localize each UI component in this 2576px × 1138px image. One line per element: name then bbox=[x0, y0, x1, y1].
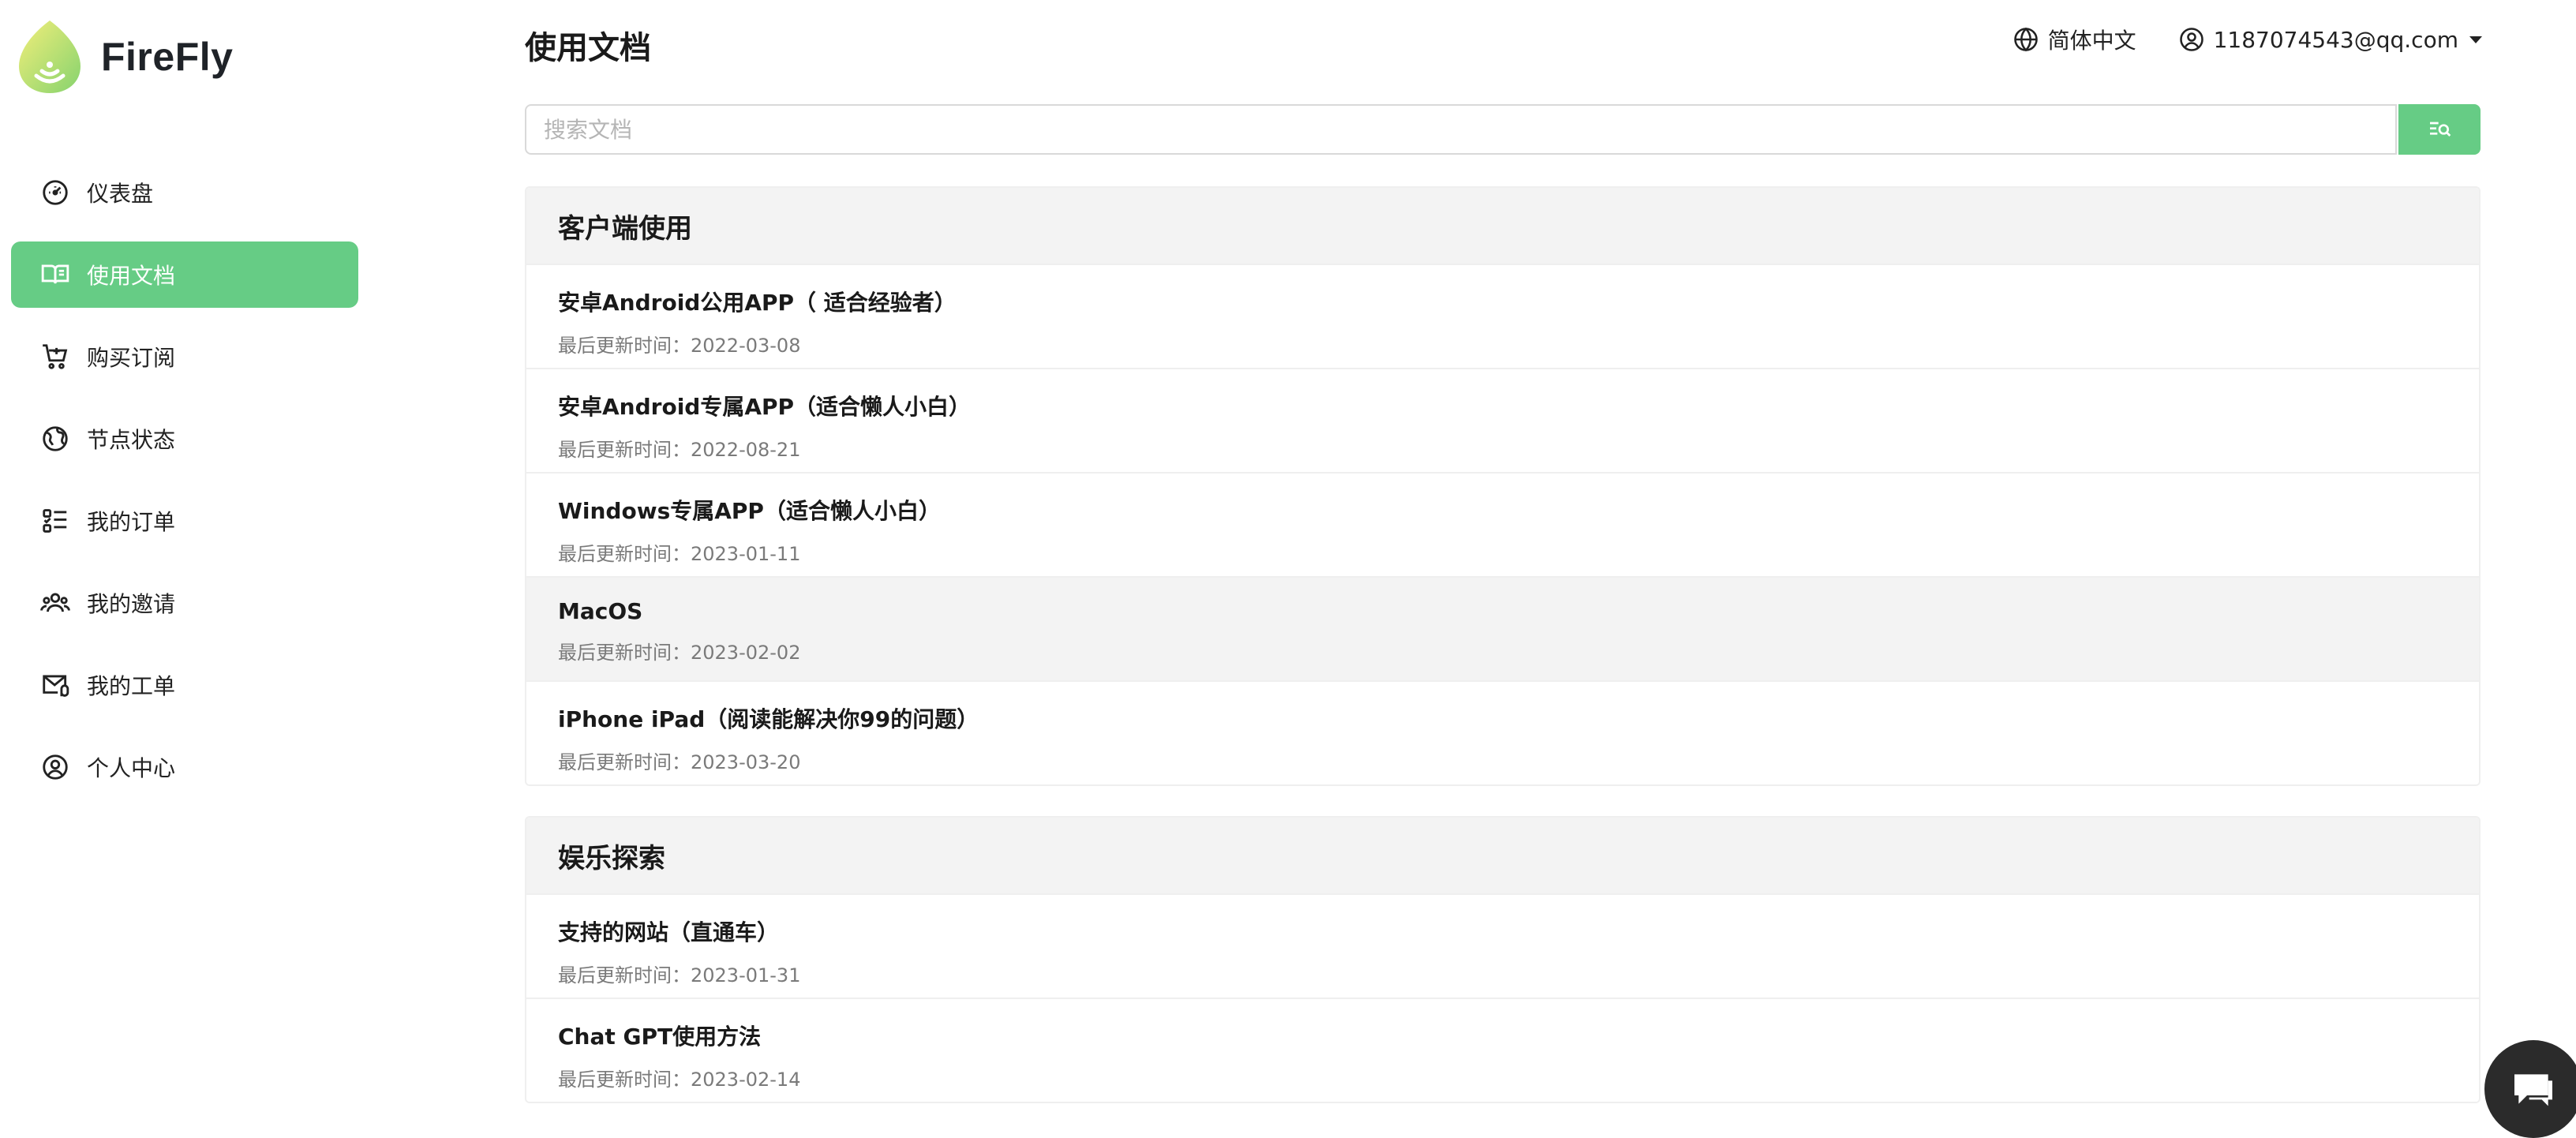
sidebar-item-node-status[interactable]: 节点状态 bbox=[11, 406, 358, 472]
doc-updated-date: 最后更新时间：2023-01-31 bbox=[558, 964, 801, 986]
docs-section-client: 客户端使用 安卓Android公用APP（ 适合经验者） 最后更新时间：2022… bbox=[525, 186, 2481, 786]
sidebar-item-label: 购买订阅 bbox=[87, 345, 176, 371]
sidebar: FireFly 仪表盘 使用文档 购买订阅 节点状态 我的订单 我的邀请 我的工… bbox=[0, 0, 371, 1138]
book-icon bbox=[39, 259, 71, 290]
sidebar-item-label: 我的工单 bbox=[87, 673, 176, 699]
sidebar-item-invites[interactable]: 我的邀请 bbox=[11, 570, 358, 636]
sidebar-item-label: 我的邀请 bbox=[87, 591, 176, 617]
doc-updated-date: 最后更新时间：2023-01-11 bbox=[558, 543, 801, 565]
language-label: 简体中文 bbox=[2047, 28, 2136, 54]
doc-item[interactable]: 支持的网站（直通车） 最后更新时间：2023-01-31 bbox=[526, 893, 2479, 998]
doc-title: iPhone iPad（阅读能解决你99的问题） bbox=[558, 706, 979, 732]
users-icon bbox=[39, 587, 71, 619]
sidebar-item-label: 使用文档 bbox=[87, 263, 176, 289]
sidebar-item-dashboard[interactable]: 仪表盘 bbox=[11, 159, 358, 226]
app-name: FireFly bbox=[101, 35, 234, 79]
search-list-icon bbox=[2430, 122, 2451, 137]
doc-item[interactable]: 安卓Android公用APP（ 适合经验者） 最后更新时间：2022-03-08 bbox=[526, 264, 2479, 368]
header-actions: 简体中文 1187074543@qq.com bbox=[2012, 24, 2482, 55]
sidebar-item-docs[interactable]: 使用文档 bbox=[11, 241, 358, 308]
doc-updated-date: 最后更新时间：2023-03-20 bbox=[558, 751, 801, 773]
sidebar-item-profile[interactable]: 个人中心 bbox=[11, 734, 358, 800]
chat-bubble-icon bbox=[2514, 1074, 2552, 1106]
doc-item[interactable]: Chat GPT使用方法 最后更新时间：2023-02-14 bbox=[526, 998, 2479, 1102]
doc-title: 安卓Android专属APP（适合懒人小白） bbox=[558, 394, 972, 420]
firefly-logo-icon bbox=[19, 21, 80, 93]
shopping-cart-icon bbox=[39, 341, 71, 372]
doc-title: 安卓Android公用APP（ 适合经验者） bbox=[558, 290, 957, 316]
doc-item[interactable]: iPhone iPad（阅读能解决你99的问题） 最后更新时间：2023-03-… bbox=[526, 680, 2479, 784]
sidebar-item-label: 个人中心 bbox=[87, 755, 176, 781]
doc-updated-date: 最后更新时间：2022-03-08 bbox=[558, 335, 801, 357]
chat-support-button[interactable] bbox=[2484, 1040, 2576, 1138]
sidebar-item-orders[interactable]: 我的订单 bbox=[11, 488, 358, 554]
docs-section-entertainment: 娱乐探索 支持的网站（直通车） 最后更新时间：2023-01-31 Chat G… bbox=[525, 816, 2481, 1103]
doc-item[interactable]: MacOS 最后更新时间：2023-02-02 bbox=[526, 576, 2479, 680]
doc-title: MacOS bbox=[558, 598, 643, 624]
sidebar-item-label: 节点状态 bbox=[87, 427, 176, 453]
doc-title: Windows专属APP（适合懒人小白） bbox=[558, 498, 941, 524]
doc-item[interactable]: Windows专属APP（适合懒人小白） 最后更新时间：2023-01-11 bbox=[526, 472, 2479, 576]
sidebar-nav: 仪表盘 使用文档 购买订阅 节点状态 我的订单 我的邀请 我的工单 个人中心 bbox=[11, 159, 358, 816]
order-list-icon bbox=[39, 505, 71, 537]
sidebar-item-label: 仪表盘 bbox=[87, 181, 154, 207]
globe-icon bbox=[39, 423, 71, 455]
section-title: 客户端使用 bbox=[526, 188, 2479, 264]
doc-title: Chat GPT使用方法 bbox=[558, 1024, 762, 1050]
section-title: 娱乐探索 bbox=[526, 818, 2479, 893]
page-title: 使用文档 bbox=[525, 30, 651, 66]
search-input[interactable] bbox=[525, 104, 2397, 155]
user-avatar-icon bbox=[2179, 28, 2203, 51]
globe-language-icon bbox=[2013, 27, 2038, 52]
app-logo[interactable]: FireFly bbox=[13, 17, 233, 96]
user-circle-icon bbox=[39, 751, 71, 783]
sidebar-item-purchase[interactable]: 购买订阅 bbox=[11, 324, 358, 390]
doc-updated-date: 最后更新时间：2023-02-02 bbox=[558, 642, 801, 664]
user-email: 1187074543@qq.com bbox=[2213, 26, 2458, 53]
doc-updated-date: 最后更新时间：2022-08-21 bbox=[558, 439, 801, 461]
doc-title: 支持的网站（直通车） bbox=[558, 919, 780, 945]
search-button[interactable] bbox=[2398, 104, 2481, 155]
dashboard-gauge-icon bbox=[39, 177, 71, 208]
caret-down-icon bbox=[2469, 36, 2482, 43]
sidebar-item-label: 我的订单 bbox=[87, 509, 176, 535]
sidebar-item-tickets[interactable]: 我的工单 bbox=[11, 652, 358, 718]
language-selector[interactable]: 简体中文 bbox=[2012, 24, 2136, 55]
doc-updated-date: 最后更新时间：2023-02-14 bbox=[558, 1069, 801, 1091]
main-content: 使用文档 简体中文 1187074543@qq.com 客户端使用 安卓Andr… bbox=[525, 0, 2482, 1138]
doc-item[interactable]: 安卓Android专属APP（适合懒人小白） 最后更新时间：2022-08-21 bbox=[526, 368, 2479, 472]
ticket-mail-icon bbox=[39, 669, 71, 701]
search-bar bbox=[525, 104, 2481, 155]
user-menu[interactable]: 1187074543@qq.com bbox=[2177, 25, 2482, 54]
